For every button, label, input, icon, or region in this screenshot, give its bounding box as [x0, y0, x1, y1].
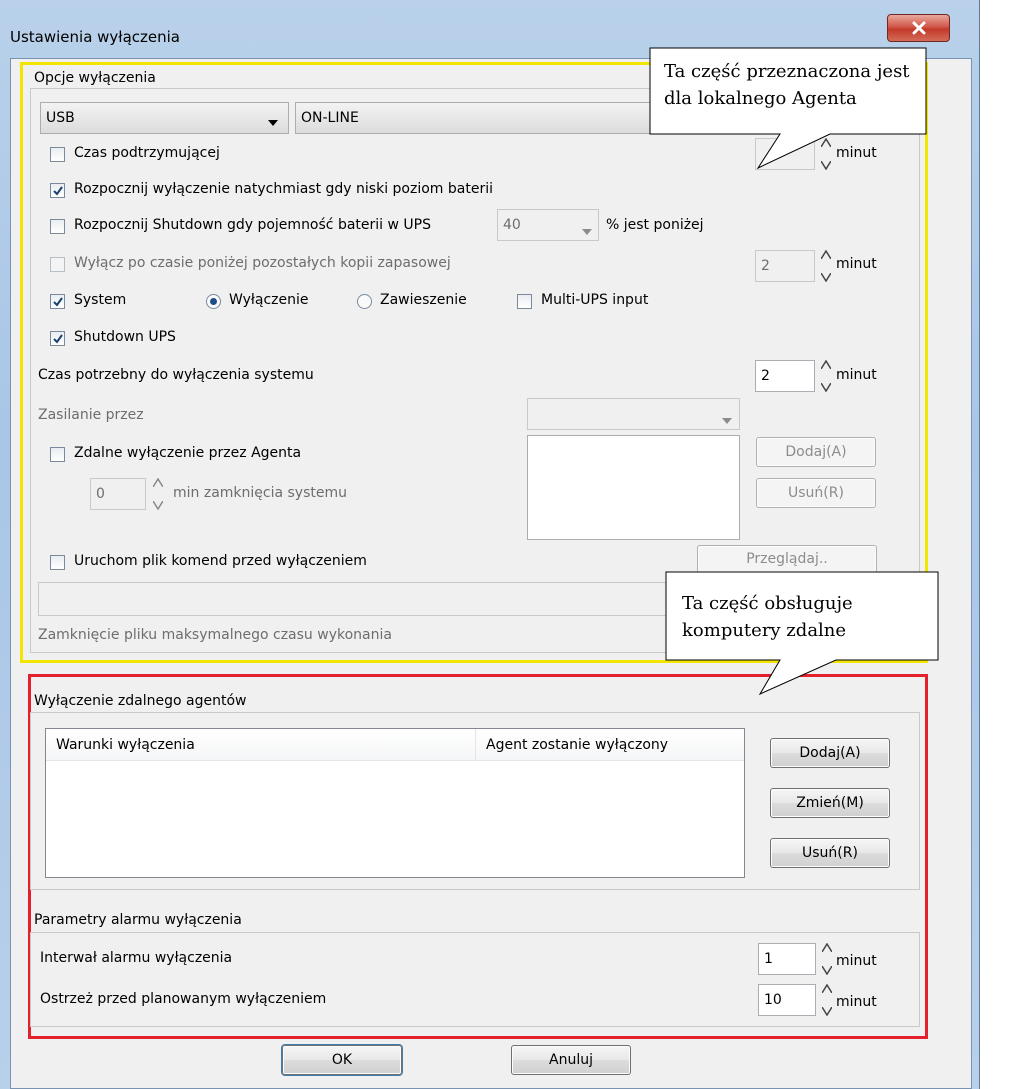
- multi-ups-label: Multi-UPS input: [541, 292, 649, 308]
- alarm-interval-label: Interwał alarmu wyłączenia: [40, 950, 233, 966]
- system-shutdown-time-unit: minut: [836, 367, 877, 383]
- capacity-label: Rozpocznij Shutdown gdy pojemność bateri…: [74, 217, 431, 233]
- shutdown-radio[interactable]: [206, 294, 221, 309]
- spin-up-icon: [821, 250, 831, 259]
- checkmark-icon: [52, 296, 63, 307]
- spin-up-icon: [153, 478, 163, 487]
- status-field: ON-LINE: [295, 102, 655, 134]
- alarm-interval-input[interactable]: 1: [758, 943, 816, 975]
- checkmark-icon: [52, 185, 63, 196]
- chevron-down-icon: [722, 412, 732, 428]
- alarm-params-title: Parametry alarmu wyłączenia: [34, 912, 242, 928]
- run-command-label: Uruchom plik komend przed wyłączeniem: [74, 553, 367, 569]
- column-header-agent[interactable]: Agent zostanie wyłączony: [476, 729, 744, 761]
- ok-button[interactable]: OK: [282, 1045, 402, 1075]
- system-shutdown-time-input[interactable]: 2: [755, 360, 815, 392]
- spin-up-icon: [822, 943, 832, 952]
- remaining-backup-label: Wyłącz po czasie poniżej pozostałych kop…: [74, 255, 451, 271]
- alarm-interval-unit: minut: [836, 953, 877, 969]
- remaining-backup-unit: minut: [836, 256, 877, 272]
- close-icon: [912, 21, 925, 35]
- remove-agent-button[interactable]: Usuń(R): [770, 838, 890, 868]
- remaining-backup-checkbox[interactable]: [50, 257, 65, 272]
- remote-agent-list[interactable]: [527, 435, 740, 540]
- shutdown-ups-label: Shutdown UPS: [74, 329, 176, 345]
- suspend-radio[interactable]: [357, 294, 372, 309]
- connection-combo-value: USB: [46, 110, 75, 126]
- capacity-value: 40: [503, 217, 521, 233]
- remote-agent-label: Zdalne wyłączenie przez Agenta: [74, 445, 302, 461]
- remote-agent-minutes-input[interactable]: 0: [90, 478, 146, 510]
- capacity-checkbox[interactable]: [50, 219, 65, 234]
- low-battery-label: Rozpocznij wyłączenie natychmiast gdy ni…: [74, 181, 493, 197]
- remote-agent-minutes-value: 0: [96, 486, 105, 502]
- remote-agent-minutes-label: min zamknięcia systemu: [173, 485, 348, 501]
- spin-down-icon: [822, 1007, 832, 1016]
- warn-before-input[interactable]: 10: [758, 984, 816, 1016]
- power-via-label: Zasilanie przez: [38, 407, 144, 423]
- remaining-backup-spinner[interactable]: [819, 250, 833, 282]
- system-label: System: [74, 292, 127, 308]
- warn-before-spinner[interactable]: [820, 984, 834, 1016]
- spin-up-icon: [822, 984, 832, 993]
- remote-agent-minutes-spinner[interactable]: [151, 478, 165, 510]
- max-exec-time-label: Zamknięcie pliku maksymalnego czasu wyko…: [38, 627, 392, 643]
- remote-computers-callout: Ta część obsługuje komputery zdalne: [682, 593, 853, 641]
- add-agent-button[interactable]: Dodaj(A): [770, 738, 890, 768]
- capacity-suffix: % jest poniżej: [606, 217, 704, 233]
- multi-ups-checkbox[interactable]: [517, 294, 532, 309]
- low-battery-checkbox[interactable]: [50, 183, 65, 198]
- shutdown-radio-label: Wyłączenie: [229, 292, 309, 308]
- status-value: ON-LINE: [301, 110, 359, 126]
- backup-time-label: Czas podtrzymującej: [74, 145, 220, 161]
- chevron-down-icon: [582, 223, 592, 239]
- spin-down-icon: [153, 501, 163, 510]
- system-shutdown-time-spinner[interactable]: [819, 360, 833, 392]
- spin-up-icon: [821, 360, 831, 369]
- shutdown-options-title: Opcje wyłączenia: [34, 70, 156, 86]
- power-via-combo[interactable]: [527, 398, 740, 430]
- warn-before-value: 10: [764, 992, 782, 1008]
- connection-combo[interactable]: USB: [40, 102, 289, 134]
- checkmark-icon: [52, 333, 63, 344]
- warn-before-label: Ostrzeż przed planowanym wyłączeniem: [40, 991, 327, 1007]
- remaining-backup-input[interactable]: 2: [755, 250, 815, 282]
- run-command-checkbox[interactable]: [50, 555, 65, 570]
- backup-time-checkbox[interactable]: [50, 147, 65, 162]
- system-shutdown-time-label: Czas potrzebny do wyłączenia systemu: [38, 367, 314, 383]
- remote-agent-add-button[interactable]: Dodaj(A): [756, 437, 876, 467]
- remote-agents-title: Wyłączenie zdalnego agentów: [34, 693, 247, 709]
- alarm-interval-value: 1: [764, 951, 773, 967]
- shutdown-ups-checkbox[interactable]: [50, 331, 65, 346]
- window-title: Ustawienia wyłączenia: [10, 28, 180, 46]
- spin-down-icon: [821, 383, 831, 392]
- chevron-down-icon: [268, 114, 278, 130]
- suspend-radio-label: Zawieszenie: [380, 292, 467, 308]
- cancel-button[interactable]: Anuluj: [511, 1045, 631, 1075]
- remote-agent-checkbox[interactable]: [50, 447, 65, 462]
- edit-agent-button[interactable]: Zmień(M): [770, 788, 890, 818]
- alarm-interval-spinner[interactable]: [820, 943, 834, 975]
- warn-before-unit: minut: [836, 994, 877, 1010]
- local-agent-callout: Ta część przeznaczona jest dla lokalnego…: [664, 61, 910, 109]
- spin-down-icon: [822, 966, 832, 975]
- system-checkbox[interactable]: [50, 294, 65, 309]
- spin-down-icon: [821, 273, 831, 282]
- system-shutdown-time-value: 2: [761, 368, 770, 384]
- column-header-conditions[interactable]: Warunki wyłączenia: [46, 729, 476, 761]
- remaining-backup-value: 2: [761, 258, 770, 274]
- remote-agents-table[interactable]: Warunki wyłączenia Agent zostanie wyłącz…: [45, 728, 745, 878]
- remote-agent-remove-button[interactable]: Usuń(R): [756, 478, 876, 508]
